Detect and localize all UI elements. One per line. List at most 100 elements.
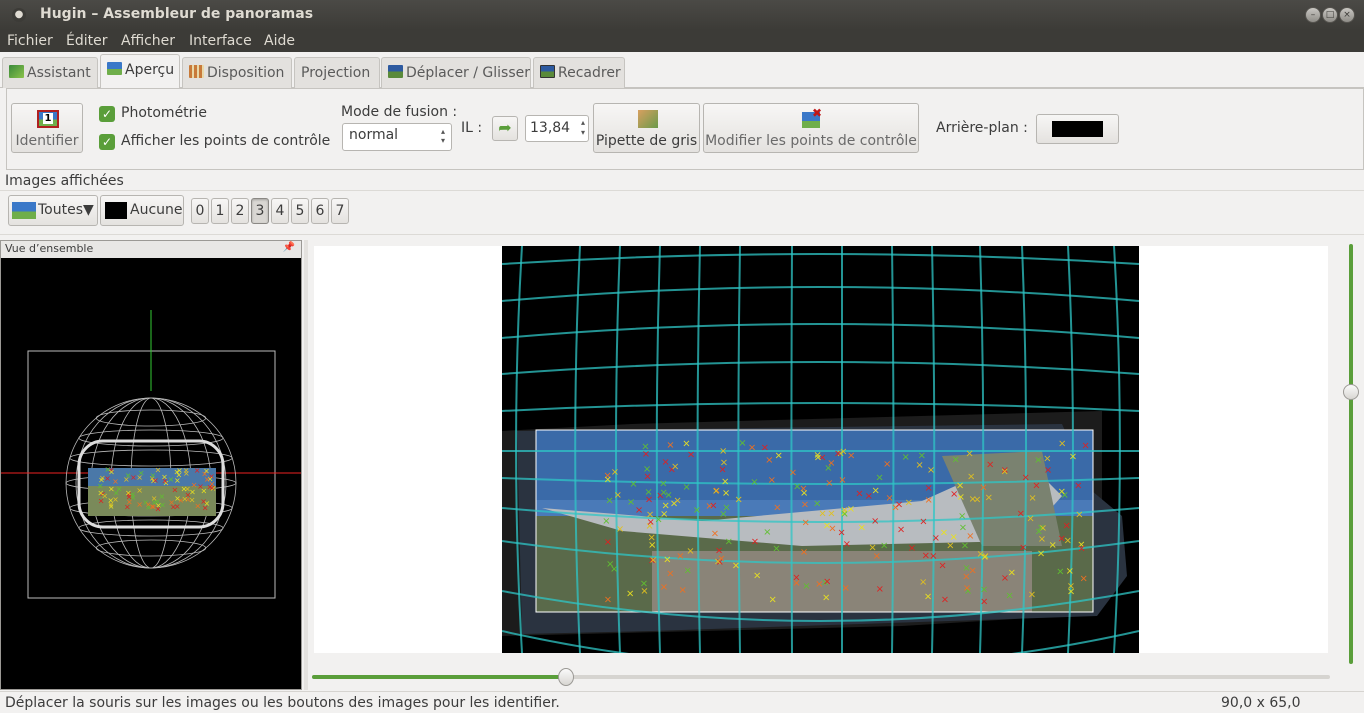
control-point-marker: ×: [1017, 509, 1025, 520]
tab-disposition[interactable]: Disposition: [182, 57, 292, 88]
control-point-marker: ×: [883, 459, 891, 470]
show-control-points-checkbox[interactable]: ✓: [99, 134, 115, 150]
control-point-marker: ×: [1067, 581, 1075, 592]
auto-ev-button[interactable]: ➦: [492, 116, 518, 141]
sphere-parallel: [69, 449, 233, 467]
show-all-label: Toutes▼: [38, 202, 94, 218]
control-point-marker: ×: [1049, 540, 1057, 551]
control-point-marker: ×: [1058, 438, 1066, 449]
control-point-marker: ×: [951, 455, 959, 466]
tab-deplacer-glisser[interactable]: Déplacer / Glisser: [381, 57, 531, 88]
pin-icon[interactable]: 📌: [283, 242, 295, 253]
control-point-marker: ×: [648, 540, 656, 551]
overview-panel[interactable]: Vue d’ensemble 📌 × × × × × × × × × × × × × × × × × × × × × × ×…: [0, 240, 302, 690]
layout-icon: [189, 65, 204, 78]
grid-parallel: [502, 361, 1139, 375]
control-point-marker: ×: [643, 472, 651, 483]
tab-label: Disposition: [207, 65, 285, 81]
close-icon[interactable]: ×: [1339, 7, 1355, 23]
control-point-marker: ×: [1034, 455, 1042, 466]
control-point-marker: ×: [1008, 567, 1016, 578]
overview-title: Vue d’ensemble: [5, 242, 94, 255]
tab-apercu[interactable]: Aperçu: [100, 54, 180, 89]
menu-aide[interactable]: Aide: [264, 33, 295, 49]
menu-bar: Fichier Éditer Afficher Interface Aide: [0, 30, 1364, 52]
image-toggle-0[interactable]: 0: [191, 198, 209, 224]
image-toggle-4[interactable]: 4: [271, 198, 289, 224]
grid-parallel: [502, 323, 1139, 339]
tab-recadrer[interactable]: Recadrer: [533, 57, 625, 88]
control-point-marker: ×: [1075, 509, 1083, 520]
control-point-marker: ×: [938, 561, 946, 572]
image-toggle-7[interactable]: 7: [331, 198, 349, 224]
window-title: Hugin – Assembleur de panoramas: [40, 6, 314, 22]
maximize-icon[interactable]: □: [1322, 7, 1338, 23]
menu-interface[interactable]: Interface: [189, 33, 252, 49]
panorama-preview[interactable]: × × × × × × × × × × × × × × × × × × × × × × × × × × × × × × × × × × × × × × × ×…: [502, 246, 1139, 653]
control-point-marker: ×: [1044, 465, 1052, 476]
control-point-marker: ×: [1032, 480, 1040, 491]
tab-assistant[interactable]: Assistant: [2, 57, 98, 88]
edit-control-points-button[interactable]: ✖ Modifier les points de contrôle: [703, 103, 919, 153]
menu-afficher[interactable]: Afficher: [121, 33, 175, 49]
blend-mode-select[interactable]: normal ▴ ▾: [342, 123, 452, 151]
gray-picker-button[interactable]: Pipette de gris: [593, 103, 700, 153]
control-point-marker: ×: [967, 471, 975, 482]
control-point-marker: ×: [871, 516, 879, 527]
overview-control-point: ×: [174, 494, 181, 503]
minimize-icon[interactable]: –: [1305, 7, 1321, 23]
photometry-checkbox[interactable]: ✓: [99, 106, 115, 122]
tab-label: Aperçu: [125, 62, 175, 78]
overview-control-point: ×: [124, 503, 131, 512]
identify-button[interactable]: 1 Identifier: [11, 103, 83, 153]
overview-control-point: ×: [194, 466, 201, 475]
blend-mode-label: Mode de fusion :: [341, 104, 458, 120]
tab-projection[interactable]: Projection: [294, 57, 380, 88]
divider: [0, 190, 1364, 191]
image-toggle-6[interactable]: 6: [311, 198, 329, 224]
show-no-images-button[interactable]: Aucune: [100, 195, 184, 226]
control-point-marker: ×: [654, 514, 662, 525]
overview-control-point: ×: [181, 495, 188, 504]
overview-sphere[interactable]: ××××××××××× ×××××××××××××××××××××××××××××…: [1, 258, 301, 690]
menu-editer[interactable]: Éditer: [66, 33, 107, 49]
control-point-marker: ×: [673, 496, 681, 507]
vertical-fov-slider-thumb[interactable]: [1343, 384, 1359, 400]
spin-arrows-icon[interactable]: ▴ ▾: [581, 118, 585, 138]
control-point-marker: ×: [678, 585, 686, 596]
vertical-fov-slider-track[interactable]: [1349, 244, 1353, 664]
ev-spinbox[interactable]: 13,84 ▴ ▾: [525, 115, 589, 142]
control-point-marker: ×: [986, 459, 994, 470]
control-point-marker: ×: [645, 494, 653, 505]
control-point-marker: ×: [950, 489, 958, 500]
control-point-marker: ×: [604, 474, 612, 485]
tab-label: Projection: [301, 65, 371, 81]
control-point-marker: ×: [924, 483, 932, 494]
image-toggle-3[interactable]: 3: [251, 198, 269, 224]
horizontal-fov-slider-thumb[interactable]: [558, 668, 574, 686]
control-point-marker: ×: [880, 541, 888, 552]
image-toggle-2[interactable]: 2: [231, 198, 249, 224]
overview-control-point: ×: [171, 486, 178, 495]
control-point-marker: ×: [919, 577, 927, 588]
image-toggle-1[interactable]: 1: [211, 198, 229, 224]
overview-control-point: ×: [136, 486, 143, 495]
splitter-handle[interactable]: [304, 240, 308, 690]
control-point-marker: ×: [966, 531, 974, 542]
control-point-marker: ×: [802, 581, 810, 592]
window-menu-icon[interactable]: ●: [12, 8, 26, 22]
control-point-marker: ×: [908, 543, 916, 554]
control-point-marker: ×: [693, 505, 701, 516]
control-point-marker: ×: [1019, 543, 1027, 554]
all-images-icon: [12, 202, 36, 219]
image-toggle-5[interactable]: 5: [291, 198, 309, 224]
control-point-marker: ×: [1058, 487, 1066, 498]
control-point-marker: ×: [793, 481, 801, 492]
background-color-button[interactable]: [1036, 114, 1119, 144]
menu-fichier[interactable]: Fichier: [7, 33, 53, 49]
control-point-marker: ×: [822, 593, 830, 604]
control-point-marker: ×: [775, 450, 783, 461]
control-point-marker: ×: [765, 455, 773, 466]
control-point-marker: ×: [813, 498, 821, 509]
show-all-images-button[interactable]: Toutes▼: [8, 195, 98, 226]
